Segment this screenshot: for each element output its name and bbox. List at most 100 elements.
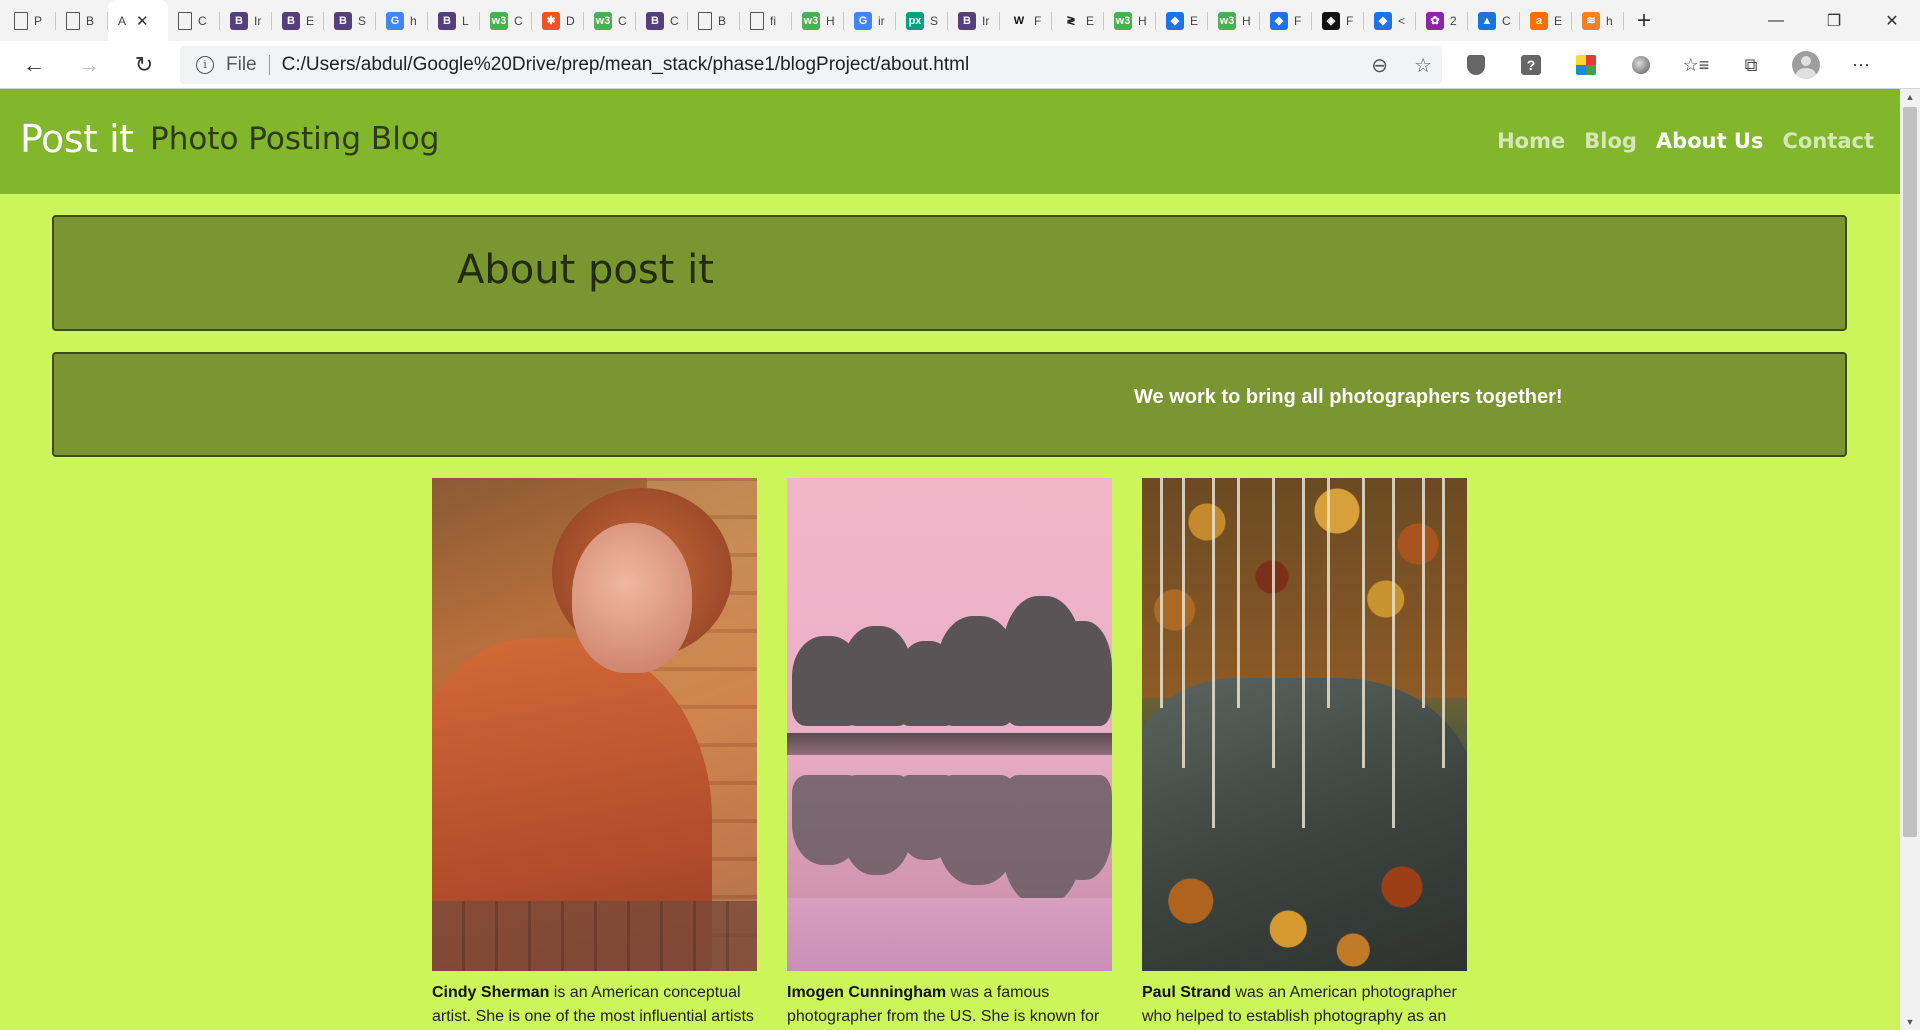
bootstrap-icon: B	[230, 11, 248, 30]
close-tab-icon[interactable]: ✕	[136, 12, 149, 30]
browser-tab[interactable]: ≋ h	[1572, 0, 1624, 41]
browser-tab[interactable]: ◆ F	[1260, 0, 1312, 41]
photographer-name: Paul Strand	[1142, 984, 1231, 1001]
a-icon: a	[1530, 11, 1548, 30]
photographer-name: Imogen Cunningham	[787, 984, 947, 1001]
cindy-sherman-photo	[432, 478, 757, 971]
browser-tab[interactable]: w3 H	[1208, 0, 1260, 41]
browser-tab[interactable]: BS	[324, 0, 376, 41]
photographer-description: Paul Strand was an American photographer…	[1142, 981, 1467, 1029]
browser-tab[interactable]: B	[688, 0, 740, 41]
profile-button[interactable]	[1788, 47, 1824, 83]
browser-tab[interactable]: fi	[740, 0, 792, 41]
tab-title: L	[462, 13, 469, 28]
settings-menu-button[interactable]: ⋯	[1843, 47, 1879, 83]
nav-link-contact[interactable]: Contact	[1783, 129, 1875, 153]
bootstrap-icon: B	[334, 11, 352, 30]
browser-tab[interactable]: P	[4, 0, 56, 41]
scroll-down-arrow-icon[interactable]: ▼	[1900, 1014, 1920, 1030]
browser-tab[interactable]: w3 H	[792, 0, 844, 41]
w3schools-icon: w3	[1218, 11, 1236, 30]
page-icon	[750, 11, 764, 30]
w3schools-icon: w3	[802, 11, 820, 30]
browser-toolbar: ← → ↻ i File C:/Users/abdul/Google%20Dri…	[0, 41, 1920, 89]
tab-list: P B A ✕ C B Ir B E B S Gh B Lw3 C ✱ Dw3 C B C Bfi w3 H Gir px S B I…	[0, 0, 1624, 41]
collections-button[interactable]: ⧉	[1733, 47, 1769, 83]
tab-title: P	[34, 13, 43, 28]
nav-link-about-us[interactable]: About Us	[1656, 129, 1764, 153]
browser-tab[interactable]: px S	[896, 0, 948, 41]
minimize-button[interactable]: —	[1748, 0, 1804, 41]
extension-toolbar: ? ☆≡ ⧉ ⋯	[1458, 47, 1898, 83]
pexels-icon: px	[906, 11, 924, 30]
browser-tab[interactable]: Gh	[376, 0, 428, 41]
circle-extension-button[interactable]	[1623, 47, 1659, 83]
restore-button[interactable]: ❐	[1806, 0, 1862, 41]
new-tab-button[interactable]: +	[1624, 0, 1664, 41]
browser-tab[interactable]: ◈ F	[1312, 0, 1364, 41]
browser-tab[interactable]: ≷ E	[1052, 0, 1104, 41]
tab-title: C	[514, 13, 523, 28]
restore-icon: ❐	[1826, 12, 1842, 30]
mdn-icon: ◆	[1374, 11, 1392, 30]
tab-title: ir	[878, 13, 885, 28]
back-button[interactable]: ←	[16, 47, 52, 83]
nav-link-home[interactable]: Home	[1497, 129, 1565, 153]
tab-title: 2	[1450, 13, 1457, 28]
photographer-description: Cindy Sherman is an American conceptual …	[432, 981, 757, 1029]
tab-title: H	[1138, 13, 1147, 28]
reload-button[interactable]: ↻	[126, 47, 162, 83]
autumn-forest-photo	[1142, 478, 1467, 971]
google-icon: G	[386, 11, 404, 30]
browser-tab[interactable]: w3 C	[584, 0, 636, 41]
browser-tab[interactable]: ✿ 2	[1416, 0, 1468, 41]
tab-active[interactable]: A ✕	[108, 0, 168, 41]
browser-tab[interactable]: BE	[272, 0, 324, 41]
google-icon: G	[854, 11, 872, 30]
address-bar[interactable]: i File C:/Users/abdul/Google%20Drive/pre…	[180, 46, 1442, 84]
browser-tab[interactable]: BL	[428, 0, 480, 41]
mdn-icon: ◆	[1166, 11, 1184, 30]
zoom-out-icon[interactable]: ⊖	[1371, 53, 1388, 78]
nav-link-blog[interactable]: Blog	[1584, 129, 1637, 153]
browser-tab[interactable]: ✱ D	[532, 0, 584, 41]
browser-tab[interactable]: ◆ <	[1364, 0, 1416, 41]
scroll-thumb[interactable]	[1903, 107, 1917, 837]
tab-title: Ir	[254, 13, 262, 28]
about-title-panel: About post it	[52, 215, 1847, 331]
favorites-button[interactable]: ☆≡	[1678, 47, 1714, 83]
browser-tab[interactable]: C	[168, 0, 220, 41]
browser-tab[interactable]: w3 C	[480, 0, 532, 41]
color-extension-button[interactable]	[1568, 47, 1604, 83]
browser-tab[interactable]: BC	[636, 0, 688, 41]
page-scrollbar[interactable]: ▲ ▼	[1900, 89, 1920, 1030]
reload-icon: ↻	[134, 52, 154, 77]
avatar-icon	[1792, 51, 1820, 79]
tab-title: <	[1398, 13, 1406, 28]
forward-button[interactable]: →	[71, 47, 107, 83]
bootstrap-icon: B	[646, 11, 664, 30]
shield-extension-button[interactable]	[1458, 47, 1494, 83]
tab-title: C	[618, 13, 627, 28]
close-window-button[interactable]: ✕	[1864, 0, 1920, 41]
browser-tab[interactable]: w3 H	[1104, 0, 1156, 41]
browser-tab[interactable]: Gir	[844, 0, 896, 41]
browser-tab[interactable]: WF	[1000, 0, 1052, 41]
photographer-description: Imogen Cunningham was a famous photograp…	[787, 981, 1112, 1029]
wikipedia-icon: W	[1013, 14, 1025, 27]
site-brand[interactable]: Post it	[20, 117, 134, 161]
browser-tab[interactable]: B	[56, 0, 108, 41]
info-icon[interactable]: i	[196, 56, 214, 74]
browser-tab[interactable]: B Ir	[948, 0, 1000, 41]
help-extension-button[interactable]: ?	[1513, 47, 1549, 83]
browser-tab[interactable]: ◆ E	[1156, 0, 1208, 41]
browser-tab[interactable]: B Ir	[220, 0, 272, 41]
browser-tab[interactable]: ▲ C	[1468, 0, 1520, 41]
browser-tab[interactable]: aE	[1520, 0, 1572, 41]
url-text[interactable]: C:/Users/abdul/Google%20Drive/prep/mean_…	[282, 54, 970, 76]
favorite-star-icon[interactable]: ☆	[1414, 53, 1432, 78]
more-icon: ⋯	[1852, 54, 1870, 75]
scroll-up-arrow-icon[interactable]: ▲	[1900, 89, 1920, 105]
tab-title: C	[1502, 13, 1511, 28]
tab-strip: P B A ✕ C B Ir B E B S Gh B Lw3 C ✱ Dw3 C B C Bfi w3 H Gir px S B I…	[0, 0, 1920, 41]
